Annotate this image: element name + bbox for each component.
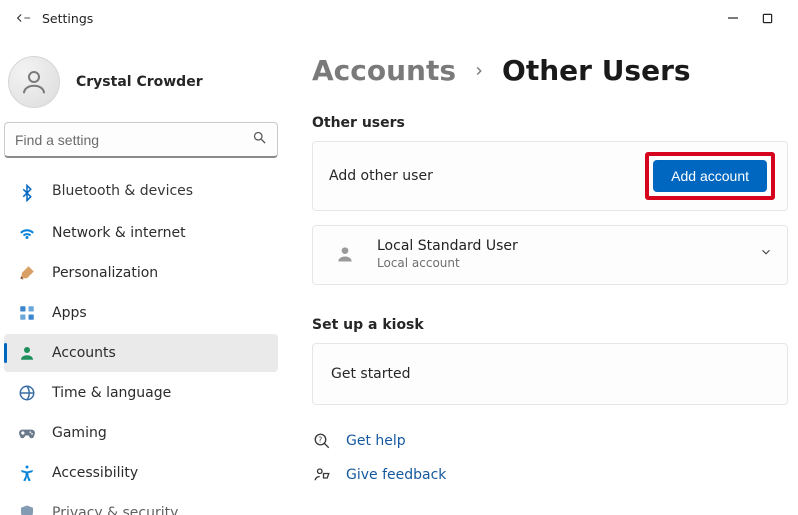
highlight-annotation: Add account bbox=[645, 152, 775, 200]
person-outline-icon bbox=[19, 67, 49, 97]
back-button[interactable] bbox=[8, 4, 36, 32]
minimize-button[interactable] bbox=[724, 9, 742, 27]
wifi-icon bbox=[16, 222, 38, 244]
get-help-row[interactable]: ? Get help bbox=[312, 431, 788, 451]
user-entry-name: Local Standard User bbox=[377, 238, 741, 254]
user-entry-row[interactable]: Local Standard User Local account bbox=[312, 225, 788, 285]
sidebar-item-apps[interactable]: Apps bbox=[4, 294, 278, 332]
kiosk-get-started-row[interactable]: Get started bbox=[312, 343, 788, 405]
sidebar-item-label: Bluetooth & devices bbox=[52, 183, 193, 199]
avatar bbox=[8, 56, 60, 108]
person-icon bbox=[331, 240, 359, 268]
sidebar-item-label: Personalization bbox=[52, 265, 158, 281]
svg-text:?: ? bbox=[318, 436, 322, 445]
breadcrumb-parent[interactable]: Accounts bbox=[312, 54, 456, 87]
profile-block[interactable]: Crystal Crowder bbox=[0, 50, 282, 122]
give-feedback-row[interactable]: Give feedback bbox=[312, 465, 788, 485]
sidebar-item-gaming[interactable]: Gaming bbox=[4, 414, 278, 452]
breadcrumb: Accounts Other Users bbox=[312, 54, 788, 87]
bluetooth-icon bbox=[16, 182, 38, 204]
person-icon bbox=[16, 342, 38, 364]
brush-icon bbox=[16, 262, 38, 284]
sidebar-item-label: Gaming bbox=[52, 425, 107, 441]
clock-globe-icon bbox=[16, 382, 38, 404]
search-icon bbox=[252, 130, 267, 149]
section-other-users-label: Other users bbox=[312, 115, 788, 131]
sidebar-item-privacy[interactable]: Privacy & security bbox=[4, 494, 278, 515]
search-input[interactable] bbox=[15, 132, 252, 148]
maximize-button[interactable] bbox=[758, 9, 776, 27]
help-icon: ? bbox=[312, 431, 332, 451]
sidebar-item-label: Network & internet bbox=[52, 225, 186, 241]
window-controls bbox=[724, 9, 790, 27]
get-help-link[interactable]: Get help bbox=[346, 433, 406, 449]
search-field[interactable] bbox=[4, 122, 278, 158]
sidebar-item-time[interactable]: Time & language bbox=[4, 374, 278, 412]
sidebar-item-label: Accounts bbox=[52, 345, 116, 361]
gamepad-icon bbox=[16, 422, 38, 444]
sidebar: Crystal Crowder Bluetooth & devices Netw… bbox=[0, 36, 282, 515]
add-other-user-text: Add other user bbox=[329, 168, 433, 184]
sidebar-item-bluetooth[interactable]: Bluetooth & devices bbox=[4, 174, 278, 212]
titlebar: Settings bbox=[0, 0, 798, 36]
nav-list: Bluetooth & devices Network & internet P… bbox=[0, 172, 282, 515]
sidebar-item-network[interactable]: Network & internet bbox=[4, 214, 278, 252]
sidebar-item-accessibility[interactable]: Accessibility bbox=[4, 454, 278, 492]
feedback-icon bbox=[312, 465, 332, 485]
add-account-button[interactable]: Add account bbox=[653, 160, 767, 192]
shield-icon bbox=[16, 502, 38, 515]
user-entry-type: Local account bbox=[377, 256, 741, 270]
apps-icon bbox=[16, 302, 38, 324]
chevron-right-icon bbox=[472, 61, 486, 81]
add-other-user-row: Add other user Add account bbox=[312, 141, 788, 211]
window-title: Settings bbox=[42, 11, 93, 26]
sidebar-item-personalization[interactable]: Personalization bbox=[4, 254, 278, 292]
chevron-down-icon bbox=[759, 245, 773, 263]
sidebar-item-label: Accessibility bbox=[52, 465, 138, 481]
profile-username: Crystal Crowder bbox=[76, 74, 203, 90]
kiosk-get-started-text: Get started bbox=[331, 366, 411, 382]
sidebar-item-label: Time & language bbox=[52, 385, 171, 401]
accessibility-icon bbox=[16, 462, 38, 484]
breadcrumb-current: Other Users bbox=[502, 54, 691, 87]
sidebar-item-label: Apps bbox=[52, 305, 87, 321]
sidebar-item-accounts[interactable]: Accounts bbox=[4, 334, 278, 372]
give-feedback-link[interactable]: Give feedback bbox=[346, 467, 446, 483]
sidebar-item-label: Privacy & security bbox=[52, 505, 178, 515]
main-content: Accounts Other Users Other users Add oth… bbox=[282, 36, 798, 515]
section-kiosk-label: Set up a kiosk bbox=[312, 317, 788, 333]
